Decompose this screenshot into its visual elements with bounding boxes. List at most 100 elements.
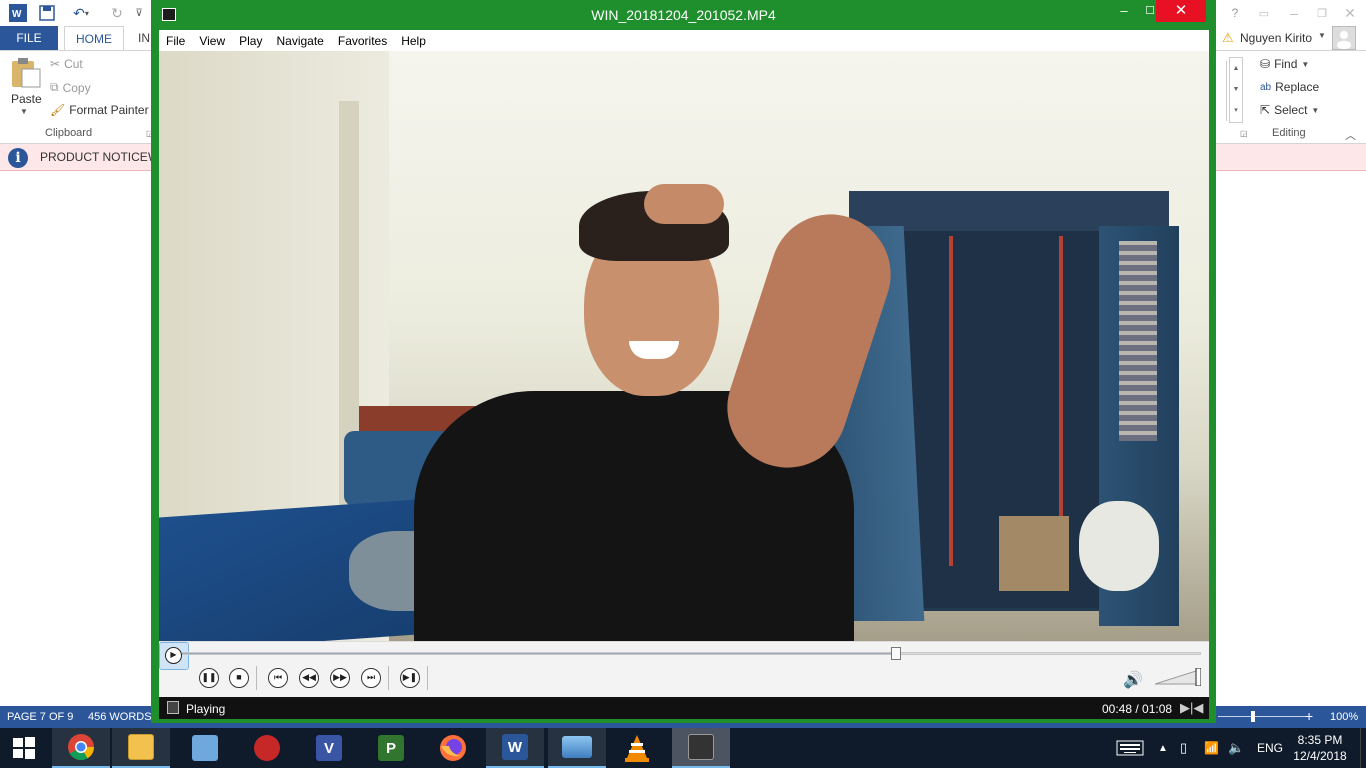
- player-menu-bar: File View Play Navigate Favorites Help: [159, 30, 1209, 51]
- volume-icon[interactable]: 🔈: [1228, 728, 1244, 768]
- media-player-window: WIN_20181204_201052.MP4 – ☐ ✕ File View …: [151, 0, 1216, 723]
- close-button[interactable]: ✕: [1156, 0, 1206, 22]
- ribbon-display-icon[interactable]: ▭: [1254, 3, 1274, 23]
- replace-icon: ab: [1260, 81, 1272, 93]
- menu-play[interactable]: Play: [239, 34, 262, 48]
- copy-button[interactable]: ⧉ Copy: [50, 80, 91, 95]
- time-display[interactable]: 00:48 / 01:08: [1102, 702, 1172, 716]
- word-restore-icon[interactable]: ❐: [1312, 3, 1332, 23]
- replace-button[interactable]: ab Replace: [1260, 80, 1319, 94]
- collapse-ribbon-icon[interactable]: ︿: [1345, 127, 1356, 143]
- clipboard-group-label: Clipboard: [45, 127, 93, 139]
- pause-icon: ❚❚: [201, 672, 217, 682]
- clock[interactable]: 8:35 PM 12/4/2018: [1283, 732, 1357, 764]
- taskbar: V P W ▲ ▯ 📶 🔈 ENG 8:35 PM 12/4/2018: [0, 728, 1366, 768]
- taskbar-firefox[interactable]: [424, 728, 482, 768]
- menu-navigate[interactable]: Navigate: [276, 34, 323, 48]
- controls-separator: [256, 666, 257, 690]
- taskbar-chrome[interactable]: [52, 728, 110, 768]
- previous-button[interactable]: ⏮: [268, 668, 288, 688]
- player-title-bar[interactable]: WIN_20181204_201052.MP4 – ☐ ✕: [151, 0, 1216, 30]
- paste-icon[interactable]: [10, 57, 42, 89]
- redo-icon[interactable]: ↻: [106, 3, 128, 23]
- speaker-icon[interactable]: 🔊: [1123, 670, 1143, 690]
- undo-icon[interactable]: ↶ ▾: [66, 3, 96, 23]
- user-menu-chevron-icon[interactable]: ▼: [1318, 31, 1326, 40]
- person-hand: [644, 184, 724, 224]
- taskbar-word[interactable]: W: [486, 728, 544, 768]
- select-label: Select: [1274, 103, 1308, 117]
- next-button[interactable]: ⏭: [361, 668, 381, 688]
- playback-controls: ▶ ❚❚ ■ ⏮ ◀◀ ▶▶ ⏭ ▶❚ 🔊: [159, 641, 1209, 697]
- taskbar-vlc[interactable]: [608, 728, 666, 768]
- find-button[interactable]: ⛁ Find ▼: [1260, 57, 1309, 71]
- zoom-in-icon[interactable]: +: [1305, 708, 1313, 724]
- paste-options-chevron-icon[interactable]: ▼: [20, 107, 28, 116]
- zoom-slider-thumb[interactable]: [1251, 711, 1255, 722]
- network-icon[interactable]: 📶: [1204, 728, 1219, 768]
- taskbar-file-explorer[interactable]: [112, 728, 170, 768]
- zoom-slider[interactable]: [1218, 711, 1306, 722]
- help-icon[interactable]: ?: [1226, 3, 1244, 23]
- skip-forward-icon: ⏭: [366, 672, 376, 682]
- garena-icon: [254, 735, 280, 761]
- taskbar-control-panel[interactable]: [176, 728, 234, 768]
- taskbar-garena[interactable]: [238, 728, 296, 768]
- rewind-button[interactable]: ◀◀: [299, 668, 319, 688]
- fast-forward-icon: ▶▶: [333, 672, 347, 682]
- styles-scroll-arrows[interactable]: ▲ ▼ ▾: [1229, 57, 1243, 123]
- avatar[interactable]: [1332, 26, 1356, 50]
- volume-slider-thumb[interactable]: [1195, 668, 1201, 686]
- start-button[interactable]: [0, 728, 48, 768]
- word-count[interactable]: 456 WORDS: [88, 711, 152, 723]
- play-button[interactable]: ▶: [159, 642, 189, 670]
- playback-status: Playing: [186, 702, 226, 716]
- player-status-bar: Playing 00:48 / 01:08 ▶|◀: [159, 697, 1209, 719]
- tab-file[interactable]: FILE: [0, 26, 58, 50]
- cursor-icon: ⇱: [1260, 103, 1271, 117]
- taskbar-visio[interactable]: V: [300, 728, 358, 768]
- menu-view[interactable]: View: [199, 34, 225, 48]
- cut-button[interactable]: ✂ Cut: [50, 57, 83, 71]
- touch-keyboard-icon[interactable]: [1116, 728, 1144, 768]
- paste-button[interactable]: Paste: [11, 92, 42, 106]
- zoom-level[interactable]: 100%: [1330, 711, 1358, 723]
- seek-bar-progress: [168, 653, 897, 654]
- seek-bar[interactable]: [167, 647, 1201, 660]
- format-painter-button[interactable]: 🖌 Format Painter: [50, 103, 149, 117]
- styles-launcher-icon[interactable]: ◲: [1240, 129, 1248, 138]
- folder-icon: [128, 734, 154, 760]
- video-frame[interactable]: [159, 51, 1209, 641]
- tab-home[interactable]: HOME: [64, 26, 124, 50]
- menu-file[interactable]: File: [166, 34, 185, 48]
- customize-toolbar-icon[interactable]: ⊽: [132, 3, 146, 23]
- user-name[interactable]: Nguyen Kirito: [1240, 31, 1312, 45]
- taskbar-project[interactable]: P: [362, 728, 420, 768]
- taskbar-photos[interactable]: [548, 728, 606, 768]
- battery-icon[interactable]: ▯: [1180, 728, 1187, 768]
- fast-forward-button[interactable]: ▶▶: [330, 668, 350, 688]
- controls-separator: [427, 666, 428, 690]
- audio-config-icon[interactable]: ▶|◀: [1180, 700, 1203, 716]
- seek-bar-thumb[interactable]: [891, 647, 902, 660]
- select-button[interactable]: ⇱ Select ▼: [1260, 103, 1319, 117]
- word-close-icon[interactable]: ✕: [1340, 3, 1360, 23]
- copy-label: Copy: [62, 80, 91, 95]
- show-desktop-button[interactable]: [1360, 728, 1366, 768]
- volume-slider[interactable]: [1155, 668, 1201, 686]
- save-icon[interactable]: [36, 3, 58, 23]
- frame-step-button[interactable]: ▶❚: [400, 668, 420, 688]
- taskbar-media-player[interactable]: [672, 728, 730, 768]
- pause-button[interactable]: ❚❚: [199, 668, 219, 688]
- menu-help[interactable]: Help: [401, 34, 426, 48]
- page-count[interactable]: PAGE 7 OF 9: [7, 711, 73, 723]
- show-hidden-icons-icon[interactable]: ▲: [1158, 728, 1168, 768]
- controls-separator: [388, 666, 389, 690]
- media-player-icon: [688, 734, 714, 760]
- file-icon: [167, 701, 179, 714]
- input-language[interactable]: ENG: [1257, 728, 1283, 768]
- word-minimize-icon[interactable]: –: [1284, 3, 1304, 23]
- chrome-icon: [68, 734, 95, 761]
- stop-button[interactable]: ■: [229, 668, 249, 688]
- menu-favorites[interactable]: Favorites: [338, 34, 387, 48]
